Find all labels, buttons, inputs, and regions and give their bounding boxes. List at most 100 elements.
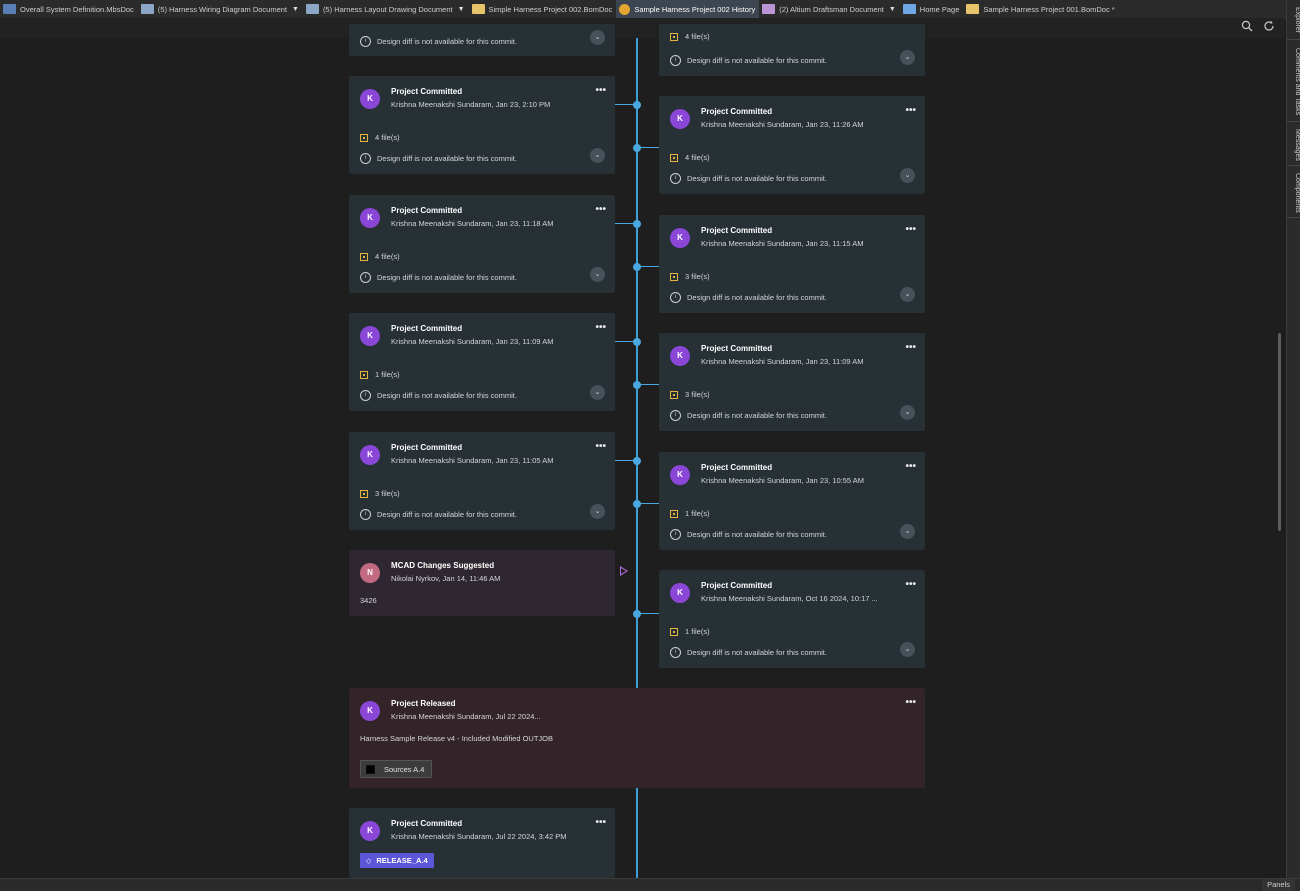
more-options-button[interactable]: ••• — [905, 342, 916, 353]
home-icon — [902, 4, 916, 14]
files-count[interactable]: 1 file(s) — [360, 370, 400, 379]
commit-card[interactable]: K Project Committed Krishna Meenakshi Su… — [349, 195, 615, 293]
more-options-button[interactable]: ••• — [905, 224, 916, 235]
tab-harness-layout-drawing[interactable]: (5) Harness Layout Drawing Document ▼ — [303, 0, 469, 18]
sources-chip[interactable]: Sources A.4 — [360, 760, 433, 778]
file-icon — [360, 252, 368, 261]
info-icon: i — [670, 173, 681, 184]
expand-button[interactable]: ⌄ — [900, 168, 915, 183]
files-count[interactable]: 4 file(s) — [360, 252, 400, 261]
commit-card[interactable]: 4 file(s) i Design diff is not available… — [659, 24, 925, 76]
diff-note: i Design diff is not available for this … — [360, 509, 517, 520]
files-count[interactable]: 4 file(s) — [360, 133, 400, 142]
chevron-down-icon[interactable]: ▼ — [292, 6, 299, 13]
commit-card[interactable]: K Project Committed Krishna Meenakshi Su… — [659, 452, 925, 550]
more-options-button[interactable]: ••• — [595, 204, 606, 215]
search-icon[interactable] — [1239, 20, 1255, 36]
files-count[interactable]: 4 file(s) — [670, 153, 710, 162]
files-count[interactable]: 3 file(s) — [360, 489, 400, 498]
file-icon — [360, 489, 368, 498]
more-options-button[interactable]: ••• — [905, 579, 916, 590]
commit-card[interactable]: K Project Committed Krishna Meenakshi Su… — [659, 570, 925, 668]
tab-harness-wiring-diagram[interactable]: (5) Harness Wiring Diagram Document ▼ — [138, 0, 303, 18]
diff-note: i Design diff is not available for this … — [360, 153, 517, 164]
chevron-down-icon[interactable]: ▼ — [889, 6, 896, 13]
timeline-dot — [633, 338, 641, 346]
commit-title: Project Committed — [701, 226, 773, 235]
side-tab-comments-and-tasks[interactable]: Comments and Tasks — [1287, 42, 1300, 122]
diff-note: i Design diff is not available for this … — [360, 272, 517, 283]
files-count[interactable]: 3 file(s) — [670, 272, 710, 281]
more-options-button[interactable]: ••• — [905, 105, 916, 116]
expand-button[interactable]: ⌄ — [590, 267, 605, 282]
commit-card[interactable]: K Project Committed Krishna Meenakshi Su… — [349, 808, 615, 878]
expand-button[interactable]: ⌄ — [900, 524, 915, 539]
avatar: K — [670, 465, 690, 485]
tab-overall-system-definition[interactable]: Overall System Definition.MbsDoc — [0, 0, 138, 18]
chevron-down-icon[interactable]: ▼ — [458, 6, 465, 13]
suggestion-card[interactable]: N MCAD Changes Suggested Nikolai Nyrkov,… — [349, 550, 615, 616]
commit-card[interactable]: K Project Committed Krishna Meenakshi Su… — [349, 76, 615, 174]
file-icon — [670, 390, 678, 399]
more-options-button[interactable]: ••• — [905, 461, 916, 472]
commit-author-date: Krishna Meenakshi Sundaram, Jan 23, 11:2… — [701, 120, 864, 129]
files-count[interactable]: 3 file(s) — [670, 390, 710, 399]
refresh-icon[interactable] — [1261, 20, 1277, 36]
commit-card[interactable]: K Project Committed Krishna Meenakshi Su… — [659, 96, 925, 194]
tab-simple-harness-bom[interactable]: Simple Harness Project 002.BomDoc — [469, 0, 617, 18]
more-options-button[interactable]: ••• — [595, 322, 606, 333]
release-title: Project Released — [391, 699, 456, 708]
files-count[interactable]: 1 file(s) — [670, 509, 710, 518]
commit-author-date: Krishna Meenakshi Sundaram, Jan 23, 11:0… — [391, 456, 554, 465]
side-tab-components[interactable]: Components — [1287, 168, 1300, 218]
avatar: K — [670, 228, 690, 248]
files-count[interactable]: 4 file(s) — [670, 32, 710, 41]
expand-button[interactable]: ⌄ — [900, 50, 915, 65]
expand-button[interactable]: ⌄ — [900, 642, 915, 657]
avatar: K — [360, 701, 380, 721]
commit-card[interactable]: K Project Committed Krishna Meenakshi Su… — [349, 432, 615, 530]
expand-button[interactable]: ⌄ — [590, 385, 605, 400]
tab-altium-draftsman[interactable]: (2) Altium Draftsman Document ▼ — [759, 0, 900, 18]
side-tab-messages[interactable]: Messages — [1287, 124, 1300, 166]
diff-note: i Design diff is not available for this … — [670, 410, 827, 421]
vertical-scrollbar[interactable] — [1278, 333, 1281, 531]
info-icon: i — [360, 390, 371, 401]
tab-sample-harness-bom[interactable]: Sample Harness Project 001.BomDoc * — [963, 0, 1118, 18]
suggestion-body: 3426 — [360, 596, 377, 605]
release-card[interactable]: K Project Released Krishna Meenakshi Sun… — [349, 688, 925, 788]
expand-button[interactable]: ⌄ — [590, 30, 605, 45]
tab-label: Overall System Definition.MbsDoc — [20, 4, 134, 14]
info-icon: i — [670, 410, 681, 421]
wiring-diagram-icon — [140, 4, 154, 14]
expand-button[interactable]: ⌄ — [590, 148, 605, 163]
file-icon — [670, 272, 678, 281]
files-count[interactable]: 1 file(s) — [670, 627, 710, 636]
tab-project-history[interactable]: Sample Harness Project 002 History — [616, 0, 760, 18]
expand-button[interactable]: ⌄ — [590, 504, 605, 519]
release-tag[interactable]: ◇ RELEASE_A.4 — [360, 853, 434, 868]
bom-icon — [471, 4, 485, 14]
info-icon: i — [670, 55, 681, 66]
panels-button[interactable]: Panels — [1262, 879, 1295, 891]
side-panel-strip: Explorer Comments and Tasks Messages Com… — [1286, 0, 1300, 890]
commit-title: Project Committed — [391, 87, 463, 96]
side-tab-explorer[interactable]: Explorer — [1287, 2, 1300, 40]
commit-card[interactable]: K Project Committed Krishna Meenakshi Su… — [659, 215, 925, 313]
expand-button[interactable]: ⌄ — [900, 405, 915, 420]
tab-home-page[interactable]: Home Page — [900, 0, 964, 18]
tab-label: Simple Harness Project 002.BomDoc — [488, 4, 613, 14]
avatar: K — [360, 208, 380, 228]
timeline-dot — [633, 220, 641, 228]
tab-label: (5) Harness Layout Drawing Document — [322, 4, 453, 14]
more-options-button[interactable]: ••• — [905, 697, 916, 708]
info-icon: i — [670, 647, 681, 658]
expand-button[interactable]: ⌄ — [900, 287, 915, 302]
info-icon: i — [670, 529, 681, 540]
more-options-button[interactable]: ••• — [595, 817, 606, 828]
commit-card[interactable]: i Design diff is not available for this … — [349, 24, 615, 56]
commit-card[interactable]: K Project Committed Krishna Meenakshi Su… — [659, 333, 925, 431]
more-options-button[interactable]: ••• — [595, 85, 606, 96]
commit-card[interactable]: K Project Committed Krishna Meenakshi Su… — [349, 313, 615, 411]
more-options-button[interactable]: ••• — [595, 441, 606, 452]
